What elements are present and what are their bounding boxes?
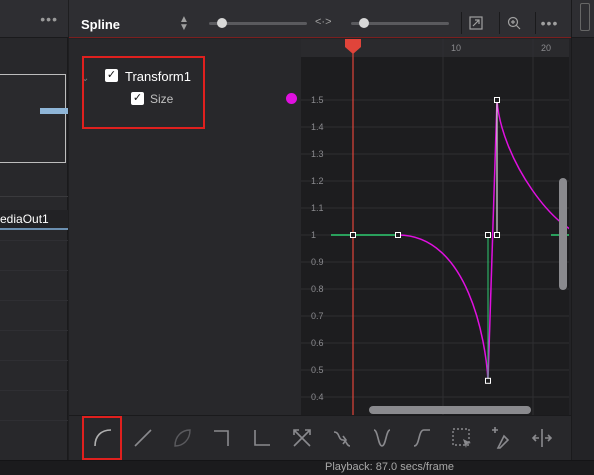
media-out-node[interactable]: ediaOut1 [0,210,68,230]
spline-header: Spline ▲ ▼ <·> ••• [69,0,571,38]
magnifier-icon [507,16,520,30]
x-tick-label: 10 [451,43,461,53]
add-point-icon[interactable] [490,426,514,450]
highlight-box [82,56,205,129]
y-tick-label: 0.5 [311,365,324,375]
time-stretch-icon[interactable] [530,426,554,450]
node-editor-header: ••• [0,0,68,38]
node-editor-panel[interactable]: ••• ediaOut1 [0,0,68,460]
keyframe-point [485,377,491,384]
y-tick-label: 1 [311,230,316,240]
more-options-icon[interactable]: ••• [535,12,563,34]
relative-icon[interactable] [410,426,434,450]
y-tick-label: 0.9 [311,257,324,267]
loop-icon[interactable] [330,426,354,450]
zoom-slider-vertical[interactable] [351,18,449,28]
select-all-icon[interactable] [450,426,474,450]
ruler [301,39,569,57]
spline-curve [487,99,498,381]
y-tick-label: 1.4 [311,122,324,132]
node-preview[interactable] [0,74,66,163]
y-tick-label: 0.8 [311,284,324,294]
reverse-icon[interactable] [290,426,314,450]
x-tick-label: 20 [541,43,551,53]
status-bar: Playback: 87.0 secs/frame [0,460,594,475]
y-tick-label: 0.7 [311,311,324,321]
zoom-button[interactable] [499,12,527,34]
spline-toolbar [69,415,571,460]
fit-view-button[interactable] [461,12,489,34]
playback-status: Playback: 87.0 secs/frame [325,461,455,473]
step-in-icon[interactable] [210,426,234,450]
keyframe-point [485,232,491,238]
step-out-icon[interactable] [250,426,274,450]
keyframe-point [350,232,356,238]
panel-title: Spline [81,17,121,32]
y-tick-label: 1.2 [311,176,324,186]
spline-color-indicator [286,93,297,104]
sort-icon[interactable]: ▲ ▼ [177,15,191,34]
vertical-scrollbar[interactable] [559,178,567,290]
node-connection [40,108,68,114]
y-tick-label: 1.5 [311,95,324,105]
linear-icon[interactable] [131,426,155,450]
slider-knob[interactable] [359,18,369,28]
zoom-slider-horizontal[interactable] [209,18,307,28]
panel-handle[interactable] [580,3,590,31]
node-grid [0,240,68,450]
right-panel-header [572,0,594,38]
media-out-label: ediaOut1 [0,212,49,226]
y-tick-label: 0.6 [311,338,324,348]
expand-horizontal-icon[interactable]: <·> [315,16,332,28]
keyframe-point [494,97,500,103]
right-panel-edge [571,0,594,460]
slider-knob[interactable] [217,18,227,28]
spline-editor-panel: Spline ▲ ▼ <·> ••• ⌄ ✓ Transform1 ✓ Size … [69,0,571,460]
fit-icon [468,16,483,30]
y-tick-label: 0.4 [311,392,324,402]
spline-graph-svg[interactable]: 1020301.51.41.31.21.110.90.80.70.60.50.4 [301,39,569,415]
y-tick-label: 1.1 [311,203,324,213]
smooth-icon[interactable] [91,426,115,450]
keyframe-point [494,232,500,238]
spline-tree: ⌄ ✓ Transform1 ✓ Size [69,39,301,415]
horizontal-scrollbar[interactable] [369,406,531,414]
more-options-icon[interactable]: ••• [40,11,58,27]
spline-graph[interactable]: 1020301.51.41.31.21.110.90.80.70.60.50.4 [301,39,569,415]
keyframe-point [395,232,401,238]
divider [0,196,68,197]
y-tick-label: 1.3 [311,149,324,159]
invert-icon[interactable] [170,426,194,450]
ping-pong-icon[interactable] [370,426,394,450]
